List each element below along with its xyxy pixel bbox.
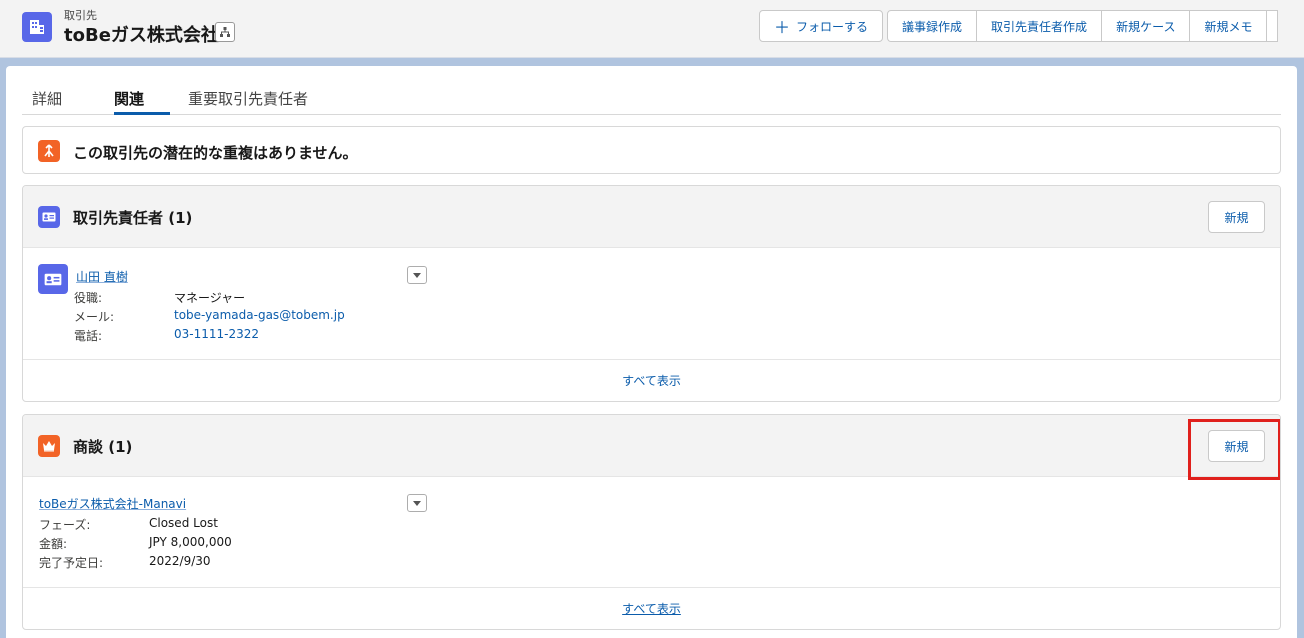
more-actions-button[interactable] — [1266, 10, 1279, 42]
field-label: 完了予定日: — [39, 556, 104, 570]
contacts-header: 取引先責任者 (1) 新規 — [23, 186, 1280, 248]
active-tab-indicator — [114, 112, 170, 115]
opportunity-amount-value: JPY 8,000,000 — [149, 535, 232, 549]
record-header: 取引先 toBeガス株式会社 ＋ フォローする 議事録作成 取引先責任者作成 新… — [0, 0, 1304, 58]
contact-email-link[interactable]: tobe-yamada-gas@tobem.jp — [174, 308, 345, 322]
view-all-label: すべて表示 — [622, 602, 681, 616]
related-panel: 詳細 関連 重要取引先責任者 この取引先の潜在的な重複はありません。 取引先責任… — [6, 66, 1297, 638]
header-actions: ＋ フォローする 議事録作成 取引先責任者作成 新規ケース 新規メモ — [759, 10, 1279, 42]
opportunity-name-link[interactable]: toBeガス株式会社-Manavi — [39, 495, 186, 512]
opportunities-related-list: 商談 (1) 新規 toBeガス株式会社-Manavi フェーズ: Closed… — [22, 414, 1281, 630]
contacts-footer: すべて表示 — [23, 359, 1280, 401]
row-actions-menu[interactable] — [407, 266, 427, 284]
contact-card-icon — [38, 206, 60, 228]
duplicate-message: この取引先の潜在的な重複はありません。 — [73, 144, 358, 162]
highlight-box — [1188, 419, 1280, 480]
contact-title-value: マネージャー — [174, 291, 246, 305]
contact-name-link[interactable]: 山田 直樹 — [76, 268, 128, 285]
follow-label: フォローする — [796, 19, 869, 34]
opportunities-header: 商談 (1) 新規 — [23, 415, 1280, 477]
opportunities-footer: すべて表示 — [23, 587, 1280, 629]
contacts-related-list: 取引先責任者 (1) 新規 山田 直樹 役職: マネージャー メール: tobe… — [22, 185, 1281, 402]
hierarchy-icon — [220, 27, 230, 37]
field-label: 金額: — [39, 537, 68, 551]
follow-button[interactable]: ＋ フォローする — [759, 10, 884, 42]
chevron-down-icon — [413, 272, 421, 278]
field-label: 電話: — [74, 329, 103, 343]
crown-icon — [38, 435, 60, 457]
page-title: toBeガス株式会社 — [64, 25, 219, 46]
account-building-icon — [22, 12, 52, 42]
plus-icon: ＋ — [774, 18, 791, 37]
minutes-button[interactable]: 議事録作成 — [887, 10, 978, 42]
field-label: 役職: — [74, 291, 103, 305]
tab-details[interactable]: 詳細 — [32, 88, 62, 109]
merge-icon — [38, 140, 60, 162]
opportunities-view-all-link[interactable]: すべて表示 — [23, 600, 1280, 617]
duplicate-check-card: この取引先の潜在的な重複はありません。 — [22, 126, 1281, 174]
contacts-view-all-link[interactable]: すべて表示 — [23, 372, 1280, 389]
row-actions-menu[interactable] — [407, 494, 427, 512]
hierarchy-button[interactable] — [215, 22, 235, 42]
contact-phone-link[interactable]: 03-1111-2322 — [174, 327, 259, 341]
new-contact-button[interactable]: 新規 — [1208, 201, 1265, 233]
opportunity-stage-value: Closed Lost — [149, 516, 218, 530]
new-case-button[interactable]: 新規ケース — [1101, 10, 1191, 42]
new-note-button[interactable]: 新規メモ — [1189, 10, 1268, 42]
contacts-title: 取引先責任者 (1) — [73, 209, 193, 227]
contact-card-icon — [38, 264, 68, 294]
field-label: フェーズ: — [39, 518, 91, 532]
field-label: メール: — [74, 310, 115, 324]
chevron-down-icon — [413, 500, 421, 506]
opportunities-title: 商談 (1) — [73, 438, 133, 456]
record-tabs: 詳細 関連 重要取引先責任者 — [22, 66, 1281, 115]
tab-key-contacts[interactable]: 重要取引先責任者 — [188, 88, 308, 109]
create-contact-button[interactable]: 取引先責任者作成 — [976, 10, 1103, 42]
tab-related[interactable]: 関連 — [114, 88, 144, 109]
opportunity-close-date-value: 2022/9/30 — [149, 554, 211, 568]
